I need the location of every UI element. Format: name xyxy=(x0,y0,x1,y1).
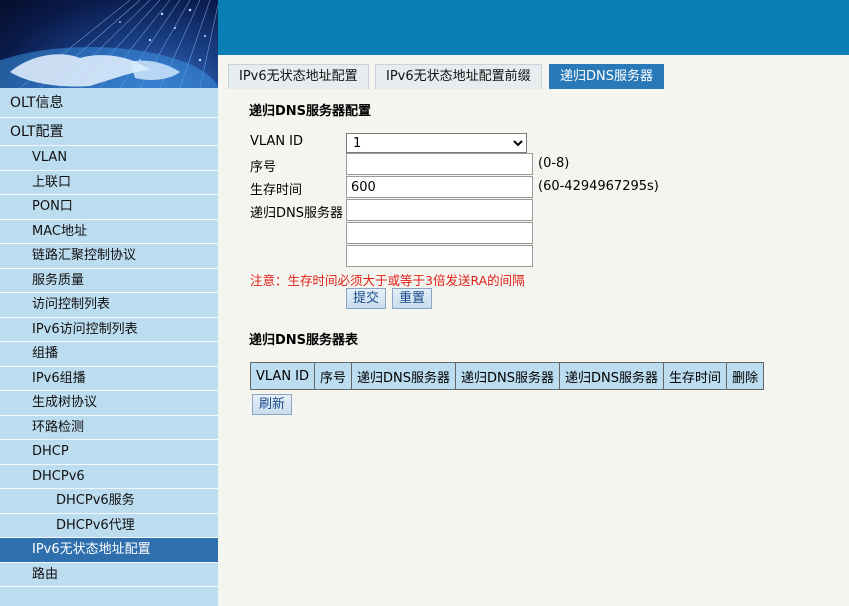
sidebar-item[interactable]: 上联口 xyxy=(0,170,218,195)
sidebar-item[interactable]: 访问控制列表 xyxy=(0,293,218,318)
sidebar-item[interactable]: OLT配置 xyxy=(0,117,218,146)
tab-ipv6-stateless-config[interactable]: IPv6无状态地址配置 xyxy=(228,64,369,89)
main-content: 递归DNS服务器配置 VLAN ID 1 序号 (0-8) 生存时间 (60-4… xyxy=(218,89,849,606)
index-input[interactable] xyxy=(346,153,533,175)
lifetime-label: 生存时间 xyxy=(250,183,303,198)
reset-button[interactable]: 重置 xyxy=(392,288,433,309)
sidebar-item[interactable]: IPv6无状态地址配置 xyxy=(0,538,218,563)
sidebar-item[interactable]: VLAN xyxy=(0,146,218,171)
vlan-id-select[interactable]: 1 xyxy=(346,133,527,153)
lifetime-input[interactable] xyxy=(346,176,533,198)
submit-button[interactable]: 提交 xyxy=(346,288,387,309)
tab-recursive-dns-server[interactable]: 递归DNS服务器 xyxy=(549,64,664,89)
col-delete: 删除 xyxy=(726,362,765,390)
sidebar-item[interactable]: DHCP xyxy=(0,440,218,465)
sidebar-item[interactable]: 路由 xyxy=(0,562,218,587)
config-section-title: 递归DNS服务器配置 xyxy=(249,104,372,119)
sidebar-item[interactable]: 环路检测 xyxy=(0,415,218,440)
sidebar-item[interactable]: OLT信息 xyxy=(0,89,218,118)
sidebar-menu: OLT信息 OLT配置 VLAN 上联口 PON口 MAC地址 链路汇聚控制协议 服务质量 访问… xyxy=(0,89,218,587)
dns-server-table: VLAN ID 序号 递归DNS服务器 递归DNS服务器 递归DNS服务器 生存… xyxy=(249,362,765,390)
dns-server-input-1[interactable] xyxy=(346,199,533,221)
globe-logo-graphic xyxy=(0,0,218,88)
col-dns-server-2: 递归DNS服务器 xyxy=(455,362,561,390)
sidebar-item[interactable]: 生成树协议 xyxy=(0,391,218,416)
sidebar-item[interactable]: 服务质量 xyxy=(0,268,218,293)
refresh-button[interactable]: 刷新 xyxy=(252,394,293,415)
table-header-row: VLAN ID 序号 递归DNS服务器 递归DNS服务器 递归DNS服务器 生存… xyxy=(249,362,765,390)
sidebar-item[interactable]: PON口 xyxy=(0,195,218,220)
sidebar-item[interactable]: MAC地址 xyxy=(0,219,218,244)
dns-server-input-3[interactable] xyxy=(346,245,533,267)
sidebar-item[interactable]: 链路汇聚控制协议 xyxy=(0,244,218,269)
dns-server-label: 递归DNS服务器 xyxy=(250,206,343,221)
sidebar-item[interactable]: DHCPv6代理 xyxy=(0,513,218,538)
sidebar-item[interactable]: IPv6访问控制列表 xyxy=(0,317,218,342)
sidebar-item[interactable]: DHCPv6 xyxy=(0,464,218,489)
col-dns-server-3: 递归DNS服务器 xyxy=(559,362,665,390)
sidebar-item[interactable]: IPv6组播 xyxy=(0,366,218,391)
table-section-title: 递归DNS服务器表 xyxy=(249,333,359,348)
sidebar: OLT信息 OLT配置 VLAN 上联口 PON口 MAC地址 链路汇聚控制协议 服务质量 访问… xyxy=(0,0,218,606)
sidebar-item[interactable]: DHCPv6服务 xyxy=(0,489,218,514)
col-lifetime: 生存时间 xyxy=(663,362,728,390)
col-dns-server-1: 递归DNS服务器 xyxy=(351,362,457,390)
tab-strip: IPv6无状态地址配置 IPv6无状态地址配置前缀 递归DNS服务器 xyxy=(218,55,849,89)
col-vlan-id: VLAN ID xyxy=(249,362,316,390)
lifetime-note: 注意：生存时间必须大于或等于3倍发送RA的间隔 xyxy=(250,273,525,288)
tab-ipv6-stateless-prefix[interactable]: IPv6无状态地址配置前缀 xyxy=(375,64,542,89)
index-label: 序号 xyxy=(250,160,277,175)
vlan-id-label: VLAN ID xyxy=(250,134,304,149)
index-range-hint: (0-8) xyxy=(538,156,570,171)
lifetime-range-hint: (60-4294967295s) xyxy=(538,179,659,194)
dns-server-input-2[interactable] xyxy=(346,222,533,244)
header-bar xyxy=(218,0,849,55)
sidebar-item[interactable]: 组播 xyxy=(0,342,218,367)
globe-logo xyxy=(0,0,218,88)
col-index: 序号 xyxy=(314,362,353,390)
